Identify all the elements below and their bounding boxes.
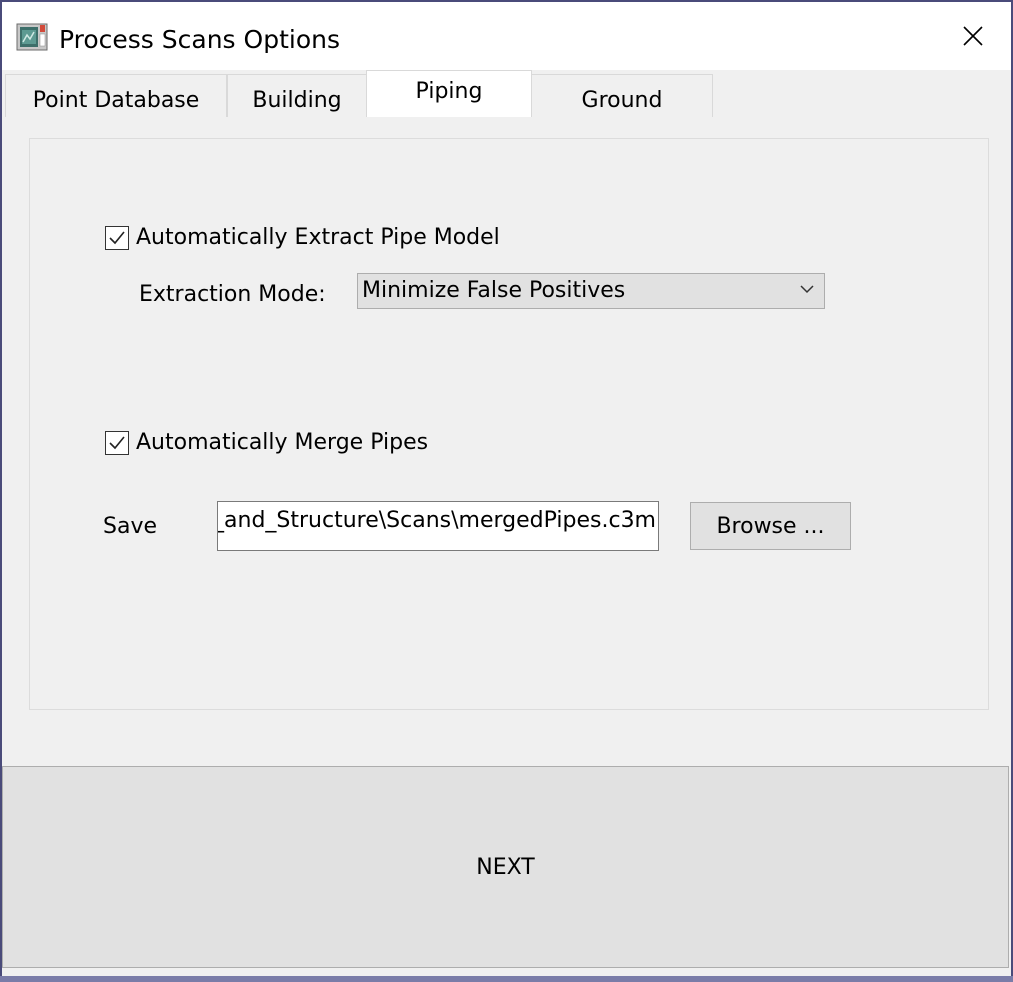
tab-building[interactable]: Building — [227, 74, 367, 117]
tab-label: Point Database — [32, 88, 200, 113]
app-icon — [16, 22, 50, 52]
tab-piping[interactable]: Piping — [366, 70, 532, 117]
chevron-down-icon — [800, 285, 814, 294]
close-icon — [963, 26, 983, 46]
merge-pipes-label: Automatically Merge Pipes — [136, 430, 429, 455]
browse-button[interactable]: Browse ... — [690, 502, 851, 550]
save-path-input[interactable]: g_and_Structure\Scans\mergedPipes.c3m — [217, 501, 659, 551]
window-title: Process Scans Options — [59, 25, 340, 54]
tab-label: Ground — [581, 88, 663, 113]
title-bar[interactable]: Process Scans Options — [2, 2, 1011, 70]
tab-point-database[interactable]: Point Database — [5, 74, 227, 117]
extraction-mode-select[interactable]: Minimize False Positives — [357, 273, 825, 309]
next-button[interactable]: NEXT — [2, 766, 1009, 968]
checkmark-icon — [109, 436, 125, 450]
extraction-mode-value: Minimize False Positives — [362, 278, 626, 303]
extraction-mode-label: Extraction Mode: — [139, 282, 326, 307]
extract-pipe-model-checkbox[interactable] — [105, 226, 129, 250]
save-label: Save — [103, 514, 158, 539]
dialog-client-area: Point Database Building Ground Piping Au… — [2, 70, 1011, 976]
tab-ground[interactable]: Ground — [531, 74, 713, 117]
merge-pipes-checkbox[interactable] — [105, 431, 129, 455]
tab-label: Building — [252, 88, 342, 113]
window-frame-bottom — [0, 976, 1013, 982]
extract-pipe-model-label: Automatically Extract Pipe Model — [136, 225, 500, 250]
tab-label: Piping — [415, 79, 483, 104]
close-button[interactable] — [938, 2, 1008, 70]
save-path-value: g_and_Structure\Scans\mergedPipes.c3m — [217, 508, 656, 533]
checkmark-icon — [109, 231, 125, 245]
